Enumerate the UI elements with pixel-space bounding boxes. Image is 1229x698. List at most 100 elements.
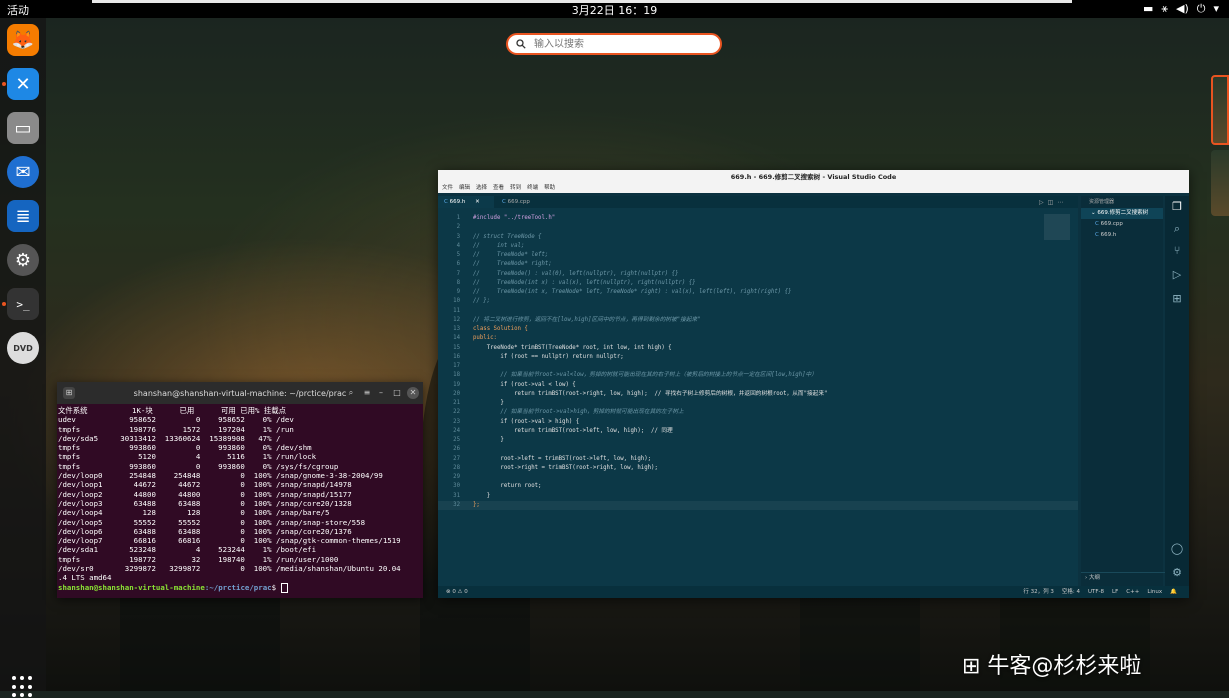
new-tab-icon[interactable]: ⊞ [63, 387, 75, 399]
code-line[interactable]: 12 // 将二叉树进行修剪，返回不在[low,high]区间中的节点，再得到剩余… [438, 316, 1078, 325]
screen-icon[interactable]: ▬ [1143, 2, 1153, 16]
split-editor-icon[interactable]: ◫ [1048, 199, 1054, 206]
terminal-line: 文件系统 1K-块 已用 可用 已用% 挂载点 [58, 406, 287, 415]
code-line[interactable]: 11 [438, 307, 1078, 316]
code-line[interactable]: 22 // 如果当前节root->val>high，剪掉的树就可能出现在其的左子… [438, 408, 1078, 417]
thunderbird-icon[interactable]: ✉ [7, 156, 39, 188]
network-icon[interactable]: ⚹ [1161, 2, 1168, 16]
volume-icon[interactable]: ◀) [1176, 2, 1189, 16]
workspace-thumbnail-active[interactable] [1211, 75, 1229, 145]
show-apps-icon[interactable] [12, 676, 34, 698]
language-mode[interactable]: C++ [1126, 586, 1139, 598]
code-line[interactable]: 3 // struct TreeNode { [438, 233, 1078, 242]
outline-section[interactable]: › 大纲 [1081, 572, 1167, 584]
encoding[interactable]: UTF-8 [1088, 586, 1104, 598]
code-line[interactable]: 9 // TreeNode(int x, TreeNode* left, Tree… [438, 288, 1078, 297]
dvd-icon[interactable]: DVD [7, 332, 39, 364]
search-icon[interactable]: ⌕ [345, 387, 357, 399]
files-icon[interactable]: ▭ [7, 112, 39, 144]
code-line[interactable]: 31 } [438, 492, 1078, 501]
account-icon[interactable]: ◯ [1170, 542, 1184, 556]
code-line[interactable]: 27 root->left = trimBST(root->left, low,… [438, 455, 1078, 464]
writer-icon[interactable]: ≣ [7, 200, 39, 232]
line-number: 5 [456, 252, 460, 258]
extensions-icon[interactable]: ⊞ [1170, 292, 1184, 306]
code-line[interactable]: 20 return trimBST(root->right, low, high… [438, 390, 1078, 399]
clock[interactable]: 3月22日 16：19 [0, 2, 1229, 18]
menu-item-go[interactable]: 转到 [510, 184, 521, 193]
menu-icon[interactable]: ≡ [361, 387, 373, 399]
minimap[interactable] [1044, 214, 1070, 240]
explorer-icon[interactable]: ❐ [1170, 200, 1184, 214]
vscode-window[interactable]: 669.h - 669.修剪二叉搜索树 - Visual Studio Code… [438, 170, 1189, 598]
code-line[interactable]: 19 if (root->val < low) { [438, 381, 1078, 390]
menu-item-edit[interactable]: 编辑 [459, 184, 470, 193]
run-icon[interactable]: ▷ [1039, 199, 1044, 206]
close-icon[interactable]: ✕ [407, 387, 419, 399]
explorer-file[interactable]: C 669.cpp [1081, 219, 1163, 230]
code-line[interactable]: 25 } [438, 436, 1078, 445]
explorer-file[interactable]: C 669.h [1081, 230, 1163, 241]
line-ending[interactable]: LF [1112, 586, 1118, 598]
power-icon[interactable]: ⏻ [1197, 2, 1206, 16]
firefox-icon[interactable]: 🦊 [7, 24, 39, 56]
code-line[interactable]: 21 } [438, 399, 1078, 408]
tab-669-h[interactable]: C 669.h ✕ [438, 196, 494, 208]
tab-669-cpp[interactable]: C 669.cpp [496, 196, 536, 208]
gear-icon[interactable]: ⚙ [1170, 566, 1184, 580]
menu-item-view[interactable]: 查看 [493, 184, 504, 193]
close-icon[interactable]: ✕ [475, 199, 480, 205]
search-icon[interactable]: ⌕ [1170, 222, 1184, 236]
problems-status[interactable]: ⊗ 0 ⚠ 0 [446, 586, 468, 598]
code-line[interactable]: 16 if (root == nullptr) return nullptr; [438, 353, 1078, 362]
settings-icon[interactable]: ⚙ [7, 244, 39, 276]
code-line[interactable]: 4 // int val; [438, 242, 1078, 251]
cursor-position[interactable]: 行 32，列 3 [1023, 586, 1054, 598]
code-line[interactable]: 8 // TreeNode(int x) : val(x), left(nullp… [438, 279, 1078, 288]
source-control-icon[interactable]: ⑂ [1170, 244, 1184, 258]
code-line[interactable]: 28 root->right = trimBST(root->right, lo… [438, 464, 1078, 473]
maximize-icon[interactable]: □ [391, 387, 403, 399]
code-line[interactable]: 23 if (root->val > high) { [438, 418, 1078, 427]
terminal-output[interactable]: 文件系统 1K-块 已用 可用 已用% 挂载点 udev 958652 0 958… [57, 404, 423, 595]
code-line[interactable]: 2 [438, 223, 1078, 232]
more-icon[interactable]: ⋯ [1057, 199, 1063, 206]
code-line[interactable]: 10 // }; [438, 297, 1078, 306]
code-line[interactable]: 14 public: [438, 334, 1078, 343]
terminal-titlebar[interactable]: ⊞ shanshan@shanshan-virtual-machine: ~/p… [57, 382, 423, 404]
menu-item-terminal[interactable]: 终端 [527, 184, 538, 193]
code-line[interactable]: 32}; [438, 500, 1078, 510]
code-line[interactable]: 1 #include "../treeTool.h" [438, 214, 1078, 223]
minimize-icon[interactable]: – [375, 387, 387, 399]
run-debug-icon[interactable]: ▷ [1170, 268, 1184, 282]
code-line[interactable]: 7 // TreeNode() : val(0), left(nullptr), … [438, 270, 1078, 279]
code-line[interactable]: 5 // TreeNode* left; [438, 251, 1078, 260]
code-line[interactable]: 17 [438, 362, 1078, 371]
terminal-prompt[interactable]: shanshan@shanshan-virtual-machine:~/prct… [58, 582, 422, 593]
bell-icon[interactable]: 🔔 [1170, 586, 1177, 598]
code-line[interactable]: 30 return root; [438, 482, 1078, 491]
menu-item-help[interactable]: 帮助 [544, 184, 555, 193]
code-line[interactable]: 13 class Solution { [438, 325, 1078, 334]
line-number: 25 [453, 437, 460, 443]
terminal-icon[interactable]: >_ [7, 288, 39, 320]
menu-item-file[interactable]: 文件 [442, 184, 453, 193]
menu-item-selection[interactable]: 选择 [476, 184, 487, 193]
system-tray[interactable]: ▬ ⚹ ◀) ⏻ ▾ [1143, 2, 1219, 16]
code-line[interactable]: 24 return trimBST(root->left, low, high)… [438, 427, 1078, 436]
code-editor[interactable]: 1 #include "../treeTool.h" 2 3// struct Tre… [438, 208, 1078, 586]
terminal-window[interactable]: ⊞ shanshan@shanshan-virtual-machine: ~/p… [57, 382, 423, 598]
platform[interactable]: Linux [1147, 586, 1162, 598]
code-line[interactable]: 6 // TreeNode* right; [438, 260, 1078, 269]
chevron-down-icon[interactable]: ▾ [1213, 2, 1219, 16]
search-bar[interactable] [506, 33, 722, 55]
explorer-folder[interactable]: ⌄ 669.修剪二叉搜索树 [1081, 208, 1163, 219]
search-input[interactable] [532, 37, 706, 51]
code-line[interactable]: 18 // 如果当前节root->val<low，剪掉的树就可能出现在其的右子树… [438, 371, 1078, 380]
code-line[interactable]: 26 [438, 445, 1078, 454]
workspace-thumbnail[interactable] [1211, 150, 1229, 216]
code-line[interactable]: 15 TreeNode* trimBST(TreeNode* root, int… [438, 344, 1078, 353]
indentation[interactable]: 空格: 4 [1062, 586, 1080, 598]
vscode-icon[interactable]: ✕ [7, 68, 39, 100]
code-line[interactable]: 29 [438, 473, 1078, 482]
